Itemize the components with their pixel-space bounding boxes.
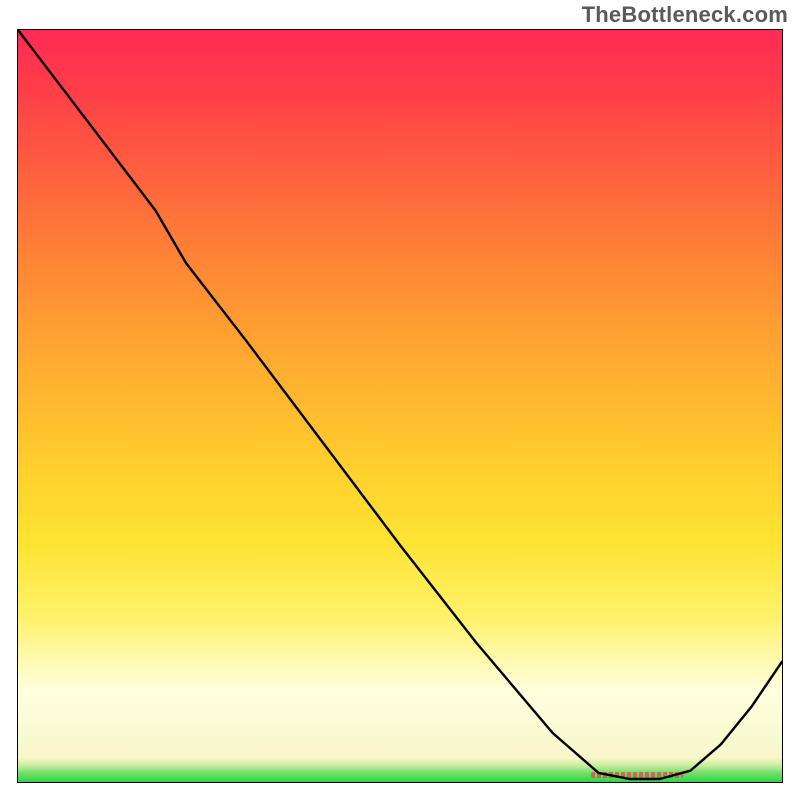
bottleneck-curve (18, 30, 782, 782)
chart-area (17, 29, 783, 783)
attribution-label: TheBottleneck.com (582, 2, 788, 28)
